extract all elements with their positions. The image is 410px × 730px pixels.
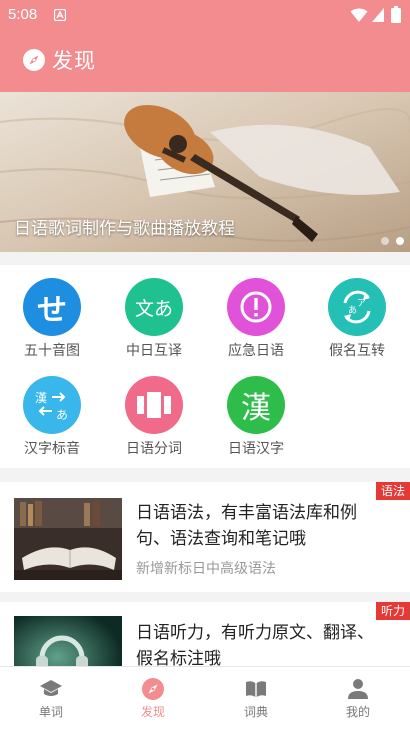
article-tag: 语法 <box>376 482 410 500</box>
feature-label: 汉字标音 <box>24 441 80 457</box>
alert-glyph-icon <box>240 291 272 323</box>
graduation-cap-icon <box>40 680 62 696</box>
feature-label: 日语分词 <box>126 441 182 457</box>
alert-icon <box>227 278 285 336</box>
status-bar: 5:08 <box>0 0 410 30</box>
article-thumbnail <box>14 498 122 580</box>
article-headline: 日语语法，有丰富语法库和例句、语法查询和笔记哦 <box>136 503 357 549</box>
feature-segment[interactable]: 日语分词 <box>104 376 204 458</box>
feature-label: 假名互转 <box>329 343 385 359</box>
compass-icon <box>23 49 45 71</box>
article-headline: 日语听力，有听力原文、翻译、假名标注哦 <box>136 623 374 666</box>
carousel-dot-1[interactable] <box>381 237 389 245</box>
compass-icon <box>142 678 164 700</box>
carousel-dot-2[interactable] <box>396 237 404 245</box>
translate-icon: 文あ <box>125 278 183 336</box>
book-icon <box>246 681 266 697</box>
article-tag: 听力 <box>376 602 410 620</box>
se-kana-icon: せ <box>23 278 81 336</box>
kanji-ruby-icon: 漢 あ <box>23 376 81 434</box>
feature-kanji-ruby[interactable]: 漢 あ 汉字标音 <box>2 376 102 458</box>
status-time: 5:08 <box>8 6 38 23</box>
kanji-icon: 漢 <box>227 376 285 434</box>
convert-arrows-icon: あ ア <box>343 290 371 324</box>
feature-grid: せ 五十音图 文あ 中日互译 应急日语 あ ア 假名互转 漢 あ 汉字标音 日语… <box>0 265 410 468</box>
feature-label: 日语汉字 <box>228 441 284 457</box>
header-title-row: 发现 <box>22 44 96 76</box>
svg-text:あ: あ <box>348 305 357 316</box>
feature-glyph: 漢 <box>241 391 271 426</box>
nav-label: 发现 <box>140 705 165 719</box>
banner-caption: 日语歌词制作与歌曲播放教程 <box>14 219 235 239</box>
feature-glyph: 文あ <box>134 297 173 320</box>
feature-label: 应急日语 <box>228 343 284 359</box>
bottom-nav: 单词 发现 词典 我的 <box>0 666 410 730</box>
signal-icon <box>372 8 384 22</box>
feature-kana-convert[interactable]: あ ア 假名互转 <box>307 278 407 360</box>
person-icon <box>348 679 368 699</box>
nav-item-words[interactable]: 单词 <box>0 667 102 730</box>
feature-gojuon[interactable]: せ 五十音图 <box>2 278 102 360</box>
kanji-ruby-glyph-icon: 漢 あ <box>35 391 68 422</box>
feature-label: 五十音图 <box>24 343 80 359</box>
nav-item-me[interactable]: 我的 <box>307 667 409 730</box>
nav-label: 单词 <box>38 705 63 719</box>
discover-screen: 5:08 发现 日语歌词制作与歌曲播放教程 せ 五十音图 文あ 中日互译 应急日… <box>0 0 410 730</box>
article-card-listening[interactable]: 日语听力，有听力原文、翻译、假名标注哦 听力 <box>0 602 410 666</box>
article-card-grammar[interactable]: 日语语法，有丰富语法库和例句、语法查询和笔记哦 新增新标日中高级语法 语法 <box>0 482 410 592</box>
svg-text:あ: あ <box>56 408 68 422</box>
nav-label: 我的 <box>345 705 370 719</box>
nav-label: 词典 <box>243 705 268 719</box>
notification-icon <box>54 9 66 21</box>
nav-item-discover[interactable]: 发现 <box>102 667 204 730</box>
battery-icon <box>391 6 401 23</box>
feature-glyph: せ <box>37 293 67 328</box>
banner-carousel[interactable]: 日语歌词制作与歌曲播放教程 <box>0 92 410 252</box>
svg-text:漢: 漢 <box>35 391 47 405</box>
article-thumbnail <box>14 616 122 666</box>
feature-kanji[interactable]: 漢 日语汉字 <box>206 376 306 458</box>
segment-icon <box>125 376 183 434</box>
nav-item-dictionary[interactable]: 词典 <box>205 667 307 730</box>
page-title: 发现 <box>52 49 96 73</box>
wifi-icon <box>350 8 368 22</box>
app-header: 5:08 发现 <box>0 0 410 92</box>
carousel-indicator <box>381 237 404 245</box>
feature-label: 中日互译 <box>126 343 182 359</box>
svg-text:ア: ア <box>357 299 366 309</box>
article-subtitle: 新增新标日中高级语法 <box>136 561 276 577</box>
segment-glyph-icon <box>137 392 171 418</box>
convert-icon: あ ア <box>328 278 386 336</box>
feature-emergency[interactable]: 应急日语 <box>206 278 306 360</box>
feature-translate[interactable]: 文あ 中日互译 <box>104 278 204 360</box>
